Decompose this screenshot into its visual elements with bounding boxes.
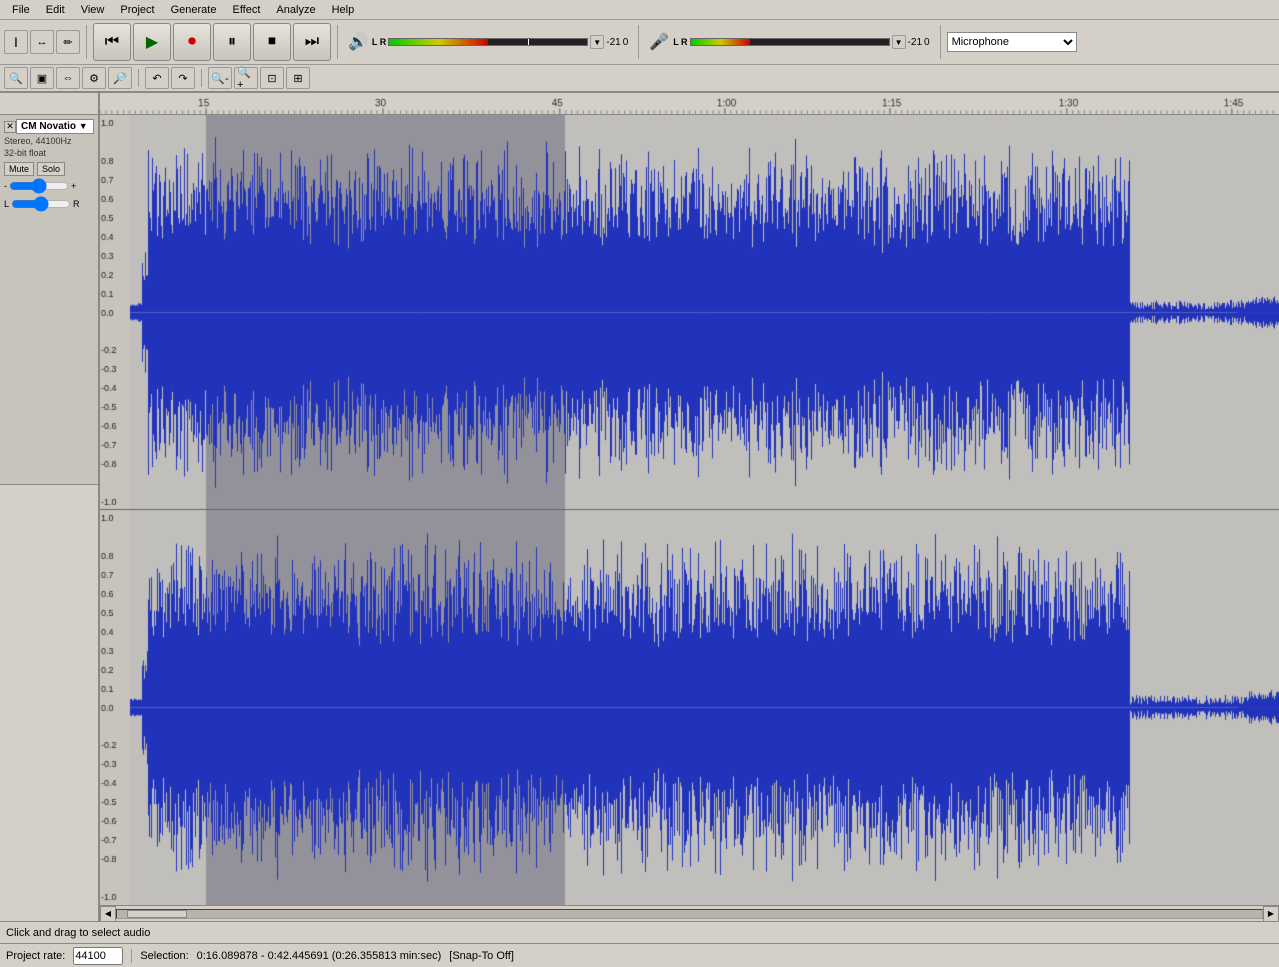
status-divider-1 [131,949,132,963]
gain-max-label: + [71,181,76,191]
tool-time-select[interactable]: ⇔ [56,67,80,89]
output-level-bar [388,38,588,46]
transport-record[interactable]: ⏺ [173,23,211,61]
track-info-2: 32-bit float [4,148,94,158]
pan-slider[interactable] [11,196,71,212]
microphone-icon: 🎤 [649,32,669,52]
menu-project[interactable]: Project [112,2,162,18]
scroll-right-arrow[interactable]: ▶ [1263,906,1279,922]
horizontal-scrollbar[interactable]: ◀ ▶ [100,905,1279,921]
ruler-canvas [100,93,1279,114]
waveform-canvas[interactable] [100,115,1279,905]
scroll-left-arrow[interactable]: ◀ [100,906,116,922]
tool-zoom-fit[interactable]: ⊡ [260,67,284,89]
bottom-bar: Project rate: Selection: 0:16.089878 - 0… [0,943,1279,967]
transport-forward[interactable]: ⏭ [293,23,331,61]
waveform-area[interactable] [100,115,1279,905]
track-close-btn[interactable]: ✕ [4,121,16,133]
tool-select[interactable]: ↔ [30,30,54,54]
pan-row: L R [4,196,94,212]
transport-rewind[interactable]: ⏮ [93,23,131,61]
transport-pause[interactable]: ⏸ [213,23,251,61]
volume-icon: 🔊 [348,32,368,52]
menu-bar: File Edit View Project Generate Effect A… [0,0,1279,20]
status-hint: Click and drag to select audio [6,927,150,939]
track-name: CM Novatio ▼ [16,119,94,134]
mute-button[interactable]: Mute [4,162,34,176]
tool-ibeam[interactable]: I [4,30,28,54]
tool-multi[interactable]: ⚙ [82,67,106,89]
input-meter-dropdown[interactable]: ▼ [892,35,906,49]
timeline-area: ◀ ▶ [100,93,1279,921]
tool-zoom-in2[interactable]: 🔍+ [234,67,258,89]
tool-undo[interactable]: ↶ [145,67,169,89]
track-panel: ✕ CM Novatio ▼ Stereo, 44100Hz 32-bit fl… [0,93,100,921]
menu-help[interactable]: Help [324,2,363,18]
toolbar-row-1: I ↔ ✏ ⏮ ▶ ⏺ ⏸ ⏹ ⏭ 🔊 L R [0,20,1279,65]
status-bar: Click and drag to select audio [0,921,1279,943]
tool-redo[interactable]: ↷ [171,67,195,89]
output-meter: 🔊 L R ▼ -21 0 [344,30,632,54]
scroll-thumb[interactable] [127,910,187,918]
menu-edit[interactable]: Edit [38,2,73,18]
snap-status: [Snap-To Off] [449,950,514,962]
menu-view[interactable]: View [73,2,113,18]
input-db-right: 0 [924,37,930,48]
transport-play[interactable]: ▶ [133,23,171,61]
input-level-bar [690,38,890,46]
menu-generate[interactable]: Generate [163,2,225,18]
solo-button[interactable]: Solo [37,162,65,176]
output-db-right: 0 [623,37,629,48]
transport-stop[interactable]: ⏹ [253,23,291,61]
input-meter: 🎤 L R ▼ -21 0 [645,30,933,54]
output-lr-label: L R [372,37,386,47]
main-content: ✕ CM Novatio ▼ Stereo, 44100Hz 32-bit fl… [0,93,1279,921]
track-info-1: Stereo, 44100Hz [4,136,94,146]
gain-slider[interactable] [9,178,69,194]
tool-zoom-in[interactable]: 🔍 [4,67,28,89]
microphone-select[interactable]: Microphone Line In Stereo Mix [947,32,1077,52]
selection-value: 0:16.089878 - 0:42.445691 (0:26.355813 m… [197,950,442,962]
time-ruler [100,93,1279,115]
pan-left-label: L [4,199,9,209]
menu-analyze[interactable]: Analyze [268,2,323,18]
scroll-track[interactable] [116,909,1263,919]
track-header: ✕ CM Novatio ▼ Stereo, 44100Hz 32-bit fl… [0,115,98,485]
tool-zoom-sel[interactable]: ⊞ [286,67,310,89]
tool-zoom[interactable]: 🔎 [108,67,132,89]
gain-min-label: - [4,181,7,191]
gain-row: - + [4,178,94,194]
microphone-selector[interactable]: Microphone Line In Stereo Mix [947,32,1077,52]
output-db-left: -21 [606,37,620,48]
pan-right-label: R [73,199,80,209]
tool-draw[interactable]: ✏ [56,30,80,54]
menu-file[interactable]: File [4,2,38,18]
input-lr-label: L R [673,37,687,47]
track-controls: Mute Solo [4,162,94,176]
track-panel-ruler-spacer [0,93,98,115]
input-db-left: -21 [908,37,922,48]
tool-zoom-out[interactable]: 🔍- [208,67,232,89]
toolbar-row-2: 🔍 ▣ ⇔ ⚙ 🔎 ↶ ↷ 🔍- 🔍+ ⊡ ⊞ [0,65,1279,91]
project-rate-input[interactable] [73,947,123,965]
tool-clip-select[interactable]: ▣ [30,67,54,89]
track-name-row: ✕ CM Novatio ▼ [4,119,94,134]
project-rate-label: Project rate: [6,950,65,962]
toolbar-area: I ↔ ✏ ⏮ ▶ ⏺ ⏸ ⏹ ⏭ 🔊 L R [0,20,1279,93]
menu-effect[interactable]: Effect [224,2,268,18]
selection-label: Selection: [140,950,188,962]
output-meter-dropdown[interactable]: ▼ [590,35,604,49]
